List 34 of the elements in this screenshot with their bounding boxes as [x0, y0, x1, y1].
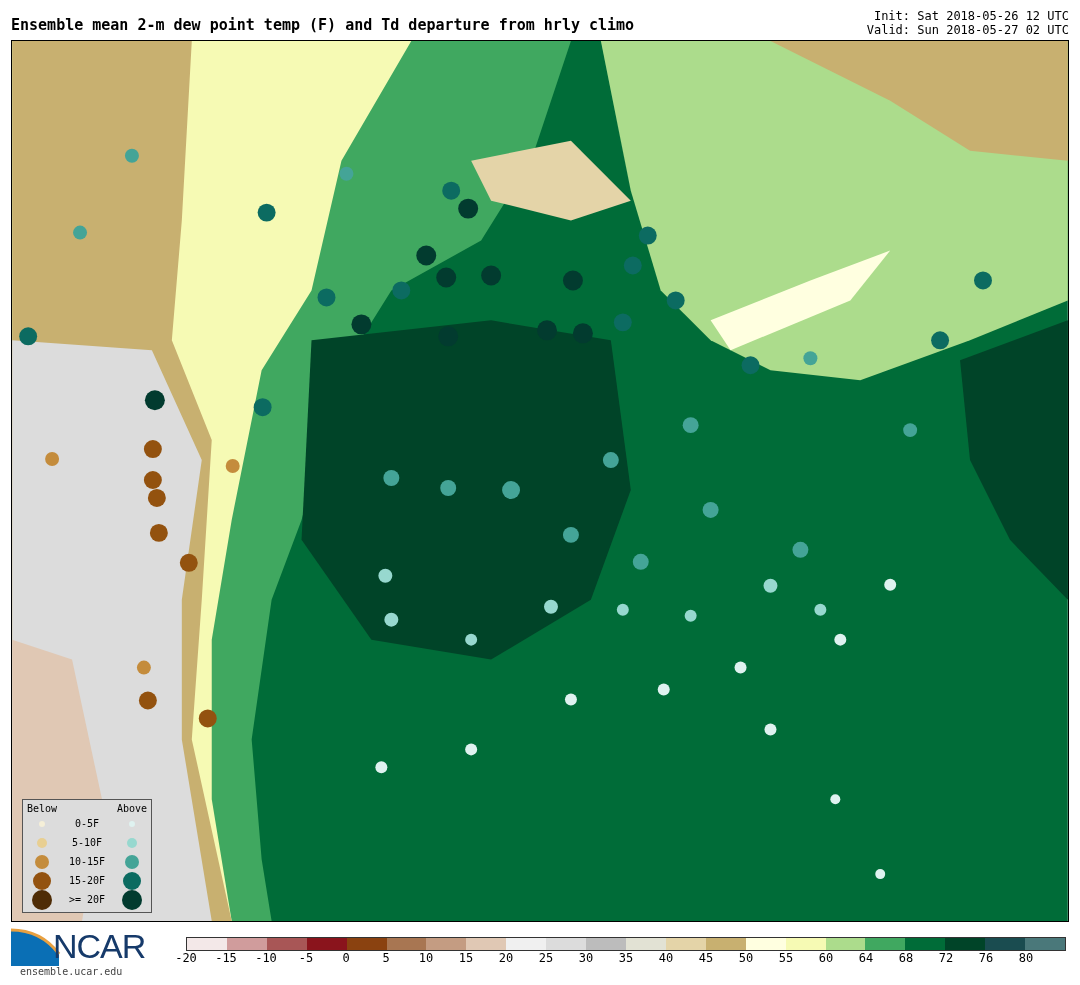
chart-title: Ensemble mean 2-m dew point temp (F) and Td departure from hrly climo: [11, 16, 635, 36]
scale-tick-label: 15: [457, 951, 475, 965]
scale-tick-label: 55: [777, 951, 795, 965]
legend-label: 0-5F: [74, 818, 100, 829]
website-url: ensemble.ucar.edu: [20, 966, 124, 977]
legend-label: 10-15F: [68, 856, 106, 867]
scale-tick-label: -15: [214, 951, 238, 965]
scale-tick-label: 40: [657, 951, 675, 965]
scale-tick-label: 80: [1017, 951, 1035, 965]
scale-tick-label: 60: [817, 951, 835, 965]
legend-label: 15-20F: [68, 875, 106, 886]
scale-tick-label: 5: [381, 951, 391, 965]
scale-tick-label: 25: [537, 951, 555, 965]
scale-tick-label: 64: [857, 951, 875, 965]
scale-tick-label: -20: [174, 951, 198, 965]
scale-tick-label: 20: [497, 951, 515, 965]
scale-tick-label: 45: [697, 951, 715, 965]
scale-tick-label: 76: [977, 951, 995, 965]
legend-label: >= 20F: [68, 894, 106, 905]
run-time-text: Valid: Sun 2018-05-27 02 UTC: [866, 23, 1069, 37]
scale-tick-label: -10: [254, 951, 278, 965]
scale-tick-label: 68: [897, 951, 915, 965]
scale-tick-label: 50: [737, 951, 755, 965]
scale-tick-label: -5: [297, 951, 315, 965]
scale-tick-label: 72: [937, 951, 955, 965]
legend-heading: Above: [116, 803, 148, 814]
logo-wordmark: NCAR: [53, 926, 146, 966]
run-time-text: Init: Sat 2018-05-26 12 UTC: [873, 9, 1069, 23]
scale-tick-label: 30: [577, 951, 595, 965]
legend-label: 5-10F: [71, 837, 103, 848]
scale-tick-label: 0: [341, 951, 351, 965]
scale-tick-label: 10: [417, 951, 435, 965]
scale-tick-label: 35: [617, 951, 635, 965]
legend-heading: Below: [26, 803, 58, 814]
